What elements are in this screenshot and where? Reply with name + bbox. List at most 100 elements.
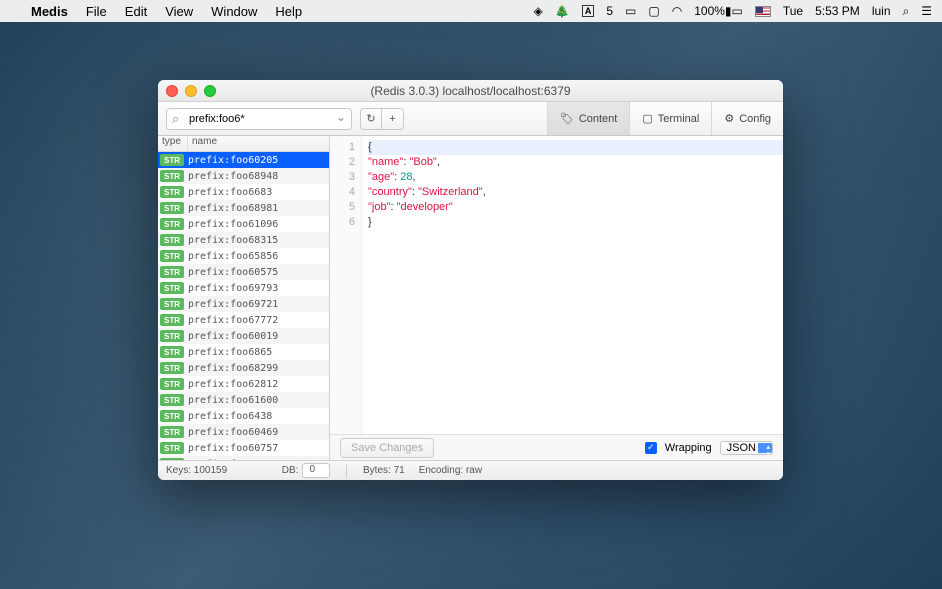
key-name: prefix:foo60469 bbox=[188, 427, 278, 438]
type-badge: STR bbox=[160, 426, 184, 438]
key-name: prefix:foo60019 bbox=[188, 331, 278, 342]
key-row[interactable]: STRprefix:foo68299 bbox=[158, 360, 329, 376]
format-select[interactable]: JSON bbox=[720, 441, 773, 455]
refresh-icon: ↻ bbox=[366, 112, 375, 125]
key-name: prefix:foo69793 bbox=[188, 283, 278, 294]
column-name[interactable]: name bbox=[188, 136, 329, 151]
file-menu[interactable]: File bbox=[77, 4, 116, 19]
adobe-icon[interactable]: A bbox=[582, 5, 595, 17]
key-row[interactable]: STRprefix:foo69307 bbox=[158, 456, 329, 460]
statusbar: Keys: 100159 DB: 0 Bytes: 71 Encoding: r… bbox=[158, 460, 783, 480]
type-badge: STR bbox=[160, 314, 184, 326]
save-changes-button[interactable]: Save Changes bbox=[340, 438, 434, 458]
type-badge: STR bbox=[160, 442, 184, 454]
db-select[interactable]: 0 bbox=[302, 463, 330, 478]
key-name: prefix:foo62812 bbox=[188, 379, 278, 390]
bluetooth-icon[interactable]: ◈ bbox=[534, 4, 543, 18]
refresh-button[interactable]: ↻ bbox=[360, 108, 382, 130]
wrapping-label: Wrapping bbox=[665, 442, 712, 454]
key-name: prefix:foo61096 bbox=[188, 219, 278, 230]
edit-menu[interactable]: Edit bbox=[116, 4, 156, 19]
key-name: prefix:foo6865 bbox=[188, 347, 272, 358]
battery-status[interactable]: 100% ▮▭ bbox=[694, 4, 743, 18]
db-label: DB: bbox=[282, 465, 299, 476]
key-name: prefix:foo68315 bbox=[188, 235, 278, 246]
type-badge: STR bbox=[160, 250, 184, 262]
window-close-button[interactable] bbox=[166, 85, 178, 97]
code-content[interactable]: { "name": "Bob", "age": 28, "country": "… bbox=[362, 136, 783, 434]
type-badge: STR bbox=[160, 218, 184, 230]
view-menu[interactable]: View bbox=[156, 4, 202, 19]
encoding-info: Encoding: raw bbox=[419, 465, 482, 476]
key-name: prefix:foo65856 bbox=[188, 251, 278, 262]
key-row[interactable]: STRprefix:foo60019 bbox=[158, 328, 329, 344]
window-minimize-button[interactable] bbox=[185, 85, 197, 97]
key-name: prefix:foo68948 bbox=[188, 171, 278, 182]
app-menu[interactable]: Medis bbox=[22, 4, 77, 19]
window-titlebar[interactable]: (Redis 3.0.3) localhost/localhost:6379 bbox=[158, 80, 783, 102]
airplay-icon[interactable]: ▢ bbox=[648, 4, 659, 18]
tab-terminal[interactable]: ▢Terminal bbox=[629, 102, 711, 135]
key-row[interactable]: STR prefix:foo60469 bbox=[158, 424, 329, 440]
column-type[interactable]: type bbox=[158, 136, 188, 151]
clock-day[interactable]: Tue bbox=[783, 4, 803, 18]
key-row[interactable]: STR prefix:foo6438 bbox=[158, 408, 329, 424]
app-window: (Redis 3.0.3) localhost/localhost:6379 ↻… bbox=[158, 80, 783, 480]
notification-center-icon[interactable]: ☰ bbox=[921, 4, 932, 18]
tab-content[interactable]: 🏷Content bbox=[547, 102, 630, 135]
display-icon[interactable]: ▭ bbox=[625, 4, 636, 18]
key-name: prefix:foo6683 bbox=[188, 187, 272, 198]
key-search-input[interactable] bbox=[166, 108, 352, 130]
key-name: prefix:foo60757 bbox=[188, 443, 278, 454]
type-badge: STR bbox=[160, 154, 184, 166]
type-badge: STR bbox=[160, 346, 184, 358]
type-badge: STR bbox=[160, 202, 184, 214]
user-name[interactable]: luin bbox=[872, 4, 891, 18]
wifi-icon[interactable]: ◠ bbox=[672, 4, 682, 18]
key-list-header: type name bbox=[158, 136, 329, 152]
type-badge: STR bbox=[160, 234, 184, 246]
key-row[interactable]: STR prefix:foo60757 bbox=[158, 440, 329, 456]
key-row[interactable]: STR prefix:foo6683 bbox=[158, 184, 329, 200]
tag-icon: 🏷 bbox=[560, 112, 574, 125]
key-name: prefix:foo6438 bbox=[188, 411, 272, 422]
key-name: prefix:foo61600 bbox=[188, 395, 278, 406]
key-row[interactable]: STRprefix:foo60575 bbox=[158, 264, 329, 280]
type-badge: STR bbox=[160, 394, 184, 406]
notification-count[interactable]: 5 bbox=[606, 4, 613, 18]
input-source-flag-icon[interactable] bbox=[755, 6, 771, 17]
key-row[interactable]: STRprefix:foo67772 bbox=[158, 312, 329, 328]
key-row[interactable]: STR prefix:foo68948 bbox=[158, 168, 329, 184]
key-list[interactable]: STRprefix:foo60205STRprefix:foo68948STRp… bbox=[158, 152, 329, 460]
type-badge: STR bbox=[160, 378, 184, 390]
key-row[interactable]: STR prefix:foo65856 bbox=[158, 248, 329, 264]
wrapping-checkbox[interactable]: ✓ bbox=[645, 442, 657, 454]
window-maximize-button[interactable] bbox=[204, 85, 216, 97]
key-row[interactable]: STR prefix:foo68315 bbox=[158, 232, 329, 248]
key-name: prefix:foo69721 bbox=[188, 299, 278, 310]
key-row[interactable]: STR prefix:foo68981 bbox=[158, 200, 329, 216]
keys-count: Keys: 100159 bbox=[166, 465, 227, 476]
value-editor: 123456 { "name": "Bob", "age": 28, "coun… bbox=[330, 136, 783, 460]
help-menu[interactable]: Help bbox=[266, 4, 311, 19]
type-badge: STR bbox=[160, 186, 184, 198]
key-row[interactable]: STRprefix:foo60205 bbox=[158, 152, 329, 168]
key-row[interactable]: STR prefix:foo61096 bbox=[158, 216, 329, 232]
tab-config[interactable]: ⚙Config bbox=[711, 102, 783, 135]
key-name: prefix:foo68981 bbox=[188, 203, 278, 214]
key-row[interactable]: STRprefix:foo69721 bbox=[158, 296, 329, 312]
window-menu[interactable]: Window bbox=[202, 4, 266, 19]
key-name: prefix:foo60575 bbox=[188, 267, 278, 278]
type-badge: STR bbox=[160, 170, 184, 182]
key-row[interactable]: STR prefix:foo61600 bbox=[158, 392, 329, 408]
type-badge: STR bbox=[160, 458, 184, 460]
spotlight-icon[interactable]: ⌕ bbox=[903, 4, 910, 19]
clock-time[interactable]: 5:53 PM bbox=[815, 4, 860, 18]
key-row[interactable]: STRprefix:foo69793 bbox=[158, 280, 329, 296]
key-row[interactable]: STR prefix:foo62812 bbox=[158, 376, 329, 392]
tree-icon[interactable]: 🎄 bbox=[555, 4, 570, 18]
add-key-button[interactable]: + bbox=[382, 108, 404, 130]
key-row[interactable]: STR prefix:foo6865 bbox=[158, 344, 329, 360]
type-badge: STR bbox=[160, 410, 184, 422]
terminal-icon: ▢ bbox=[642, 112, 652, 125]
